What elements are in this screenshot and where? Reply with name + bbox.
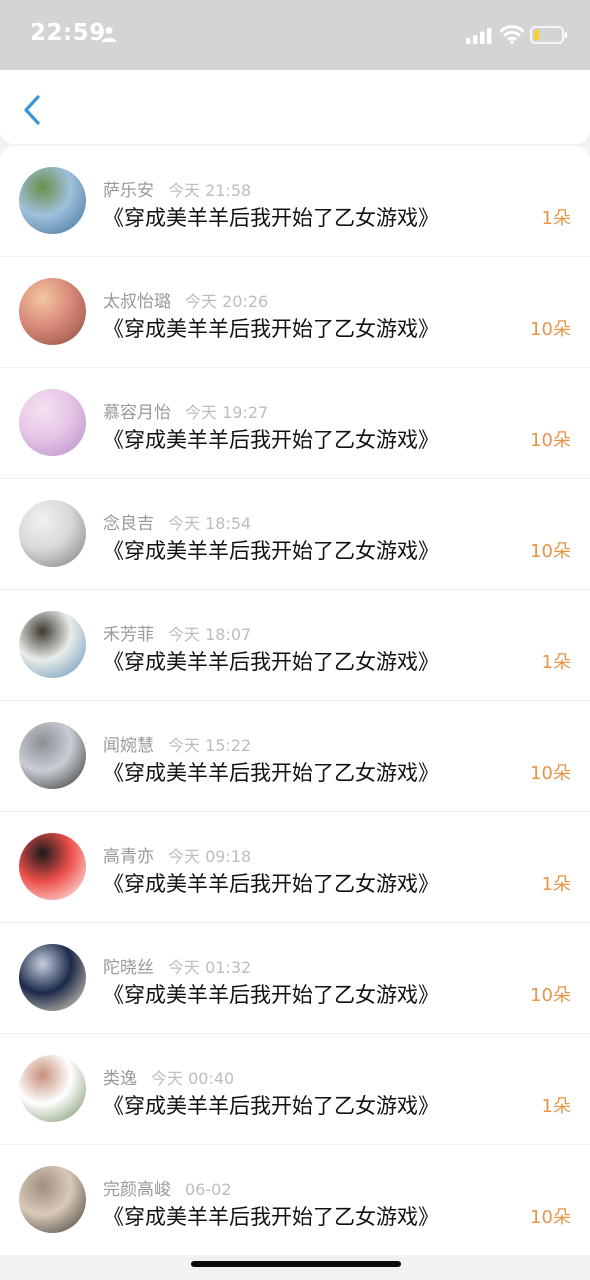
name-line: 禾芳菲 今天 18:07 [103,620,251,645]
flower-count: 1朵 [541,652,571,673]
flower-count: 10朵 [530,319,571,340]
sender-name[interactable]: 陀晓丝 [103,958,154,978]
gift-time: 今天 09:18 [168,847,252,866]
list-item[interactable]: 闻婉慧 今天 15:22 《穿成美羊羊后我开始了乙女游戏》 10朵 [0,701,590,812]
book-title: 《穿成美羊羊后我开始了乙女游戏》 [103,539,439,563]
gift-list: 萨乐安 今天 21:58 《穿成美羊羊后我开始了乙女游戏》 1朵 太叔怡璐 今天 20:2… [0,146,590,1256]
gift-time: 今天 18:54 [168,514,252,533]
gift-time: 今天 15:22 [168,736,252,755]
battery-icon [530,26,567,44]
flower-count: 1朵 [541,208,571,229]
signal-icon [466,28,492,44]
name-line: 念良吉 今天 18:54 [103,509,251,534]
wifi-icon [500,25,524,44]
name-line: 完颜高峻 06-02 [103,1175,232,1200]
name-line: 类逸 今天 00:40 [103,1064,234,1089]
avatar[interactable] [19,833,86,900]
sender-name[interactable]: 类逸 [103,1069,137,1089]
person-icon [102,27,116,42]
avatar[interactable] [19,167,86,234]
flower-count: 10朵 [530,763,571,784]
flower-count: 10朵 [530,1207,571,1228]
list-item[interactable]: 禾芳菲 今天 18:07 《穿成美羊羊后我开始了乙女游戏》 1朵 [0,590,590,701]
gift-time: 今天 00:40 [151,1069,235,1088]
gift-time: 今天 01:32 [168,958,252,977]
list-item[interactable]: 陀晓丝 今天 01:32 《穿成美羊羊后我开始了乙女游戏》 10朵 [0,923,590,1034]
book-title: 《穿成美羊羊后我开始了乙女游戏》 [103,1205,439,1229]
sender-name[interactable]: 萨乐安 [103,181,154,201]
status-bar: 22:59 [0,0,590,70]
sender-name[interactable]: 太叔怡璐 [103,292,171,312]
flower-count: 1朵 [541,1096,571,1117]
back-chevron-icon[interactable] [16,90,50,130]
book-title: 《穿成美羊羊后我开始了乙女游戏》 [103,761,439,785]
name-line: 萨乐安 今天 21:58 [103,176,251,201]
list-item[interactable]: 慕容月怡 今天 19:27 《穿成美羊羊后我开始了乙女游戏》 10朵 [0,368,590,479]
list-item[interactable]: 高青亦 今天 09:18 《穿成美羊羊后我开始了乙女游戏》 1朵 [0,812,590,923]
avatar[interactable] [19,722,86,789]
flower-count: 10朵 [530,541,571,562]
avatar[interactable] [19,389,86,456]
book-title: 《穿成美羊羊后我开始了乙女游戏》 [103,206,439,230]
sender-name[interactable]: 念良吉 [103,514,154,534]
flower-count: 10朵 [530,985,571,1006]
book-title: 《穿成美羊羊后我开始了乙女游戏》 [103,428,439,452]
gift-time: 今天 21:58 [168,181,252,200]
flower-count: 10朵 [530,430,571,451]
list-item[interactable]: 太叔怡璐 今天 20:26 《穿成美羊羊后我开始了乙女游戏》 10朵 [0,257,590,368]
avatar[interactable] [19,1055,86,1122]
sender-name[interactable]: 禾芳菲 [103,625,154,645]
list-item[interactable]: 完颜高峻 06-02 《穿成美羊羊后我开始了乙女游戏》 10朵 [0,1145,590,1256]
name-line: 闻婉慧 今天 15:22 [103,731,251,756]
home-indicator[interactable] [191,1261,401,1267]
name-line: 高青亦 今天 09:18 [103,842,251,867]
name-line: 慕容月怡 今天 19:27 [103,398,268,423]
list-item[interactable]: 念良吉 今天 18:54 《穿成美羊羊后我开始了乙女游戏》 10朵 [0,479,590,590]
nav-bar [0,70,590,144]
avatar[interactable] [19,944,86,1011]
gift-time: 今天 20:26 [185,292,269,311]
sender-name[interactable]: 高青亦 [103,847,154,867]
status-time: 22:59 [30,20,106,46]
name-line: 太叔怡璐 今天 20:26 [103,287,268,312]
name-line: 陀晓丝 今天 01:32 [103,953,251,978]
sender-name[interactable]: 闻婉慧 [103,736,154,756]
book-title: 《穿成美羊羊后我开始了乙女游戏》 [103,872,439,896]
list-item[interactable]: 萨乐安 今天 21:58 《穿成美羊羊后我开始了乙女游戏》 1朵 [0,146,590,257]
sender-name[interactable]: 慕容月怡 [103,403,171,423]
book-title: 《穿成美羊羊后我开始了乙女游戏》 [103,1094,439,1118]
avatar[interactable] [19,278,86,345]
flower-count: 1朵 [541,874,571,895]
list-item[interactable]: 类逸 今天 00:40 《穿成美羊羊后我开始了乙女游戏》 1朵 [0,1034,590,1145]
avatar[interactable] [19,1166,86,1233]
book-title: 《穿成美羊羊后我开始了乙女游戏》 [103,983,439,1007]
gift-time: 今天 18:07 [168,625,252,644]
gift-time: 今天 19:27 [185,403,269,422]
sender-name[interactable]: 完颜高峻 [103,1180,171,1200]
gift-time: 06-02 [185,1180,232,1199]
avatar[interactable] [19,500,86,567]
book-title: 《穿成美羊羊后我开始了乙女游戏》 [103,650,439,674]
book-title: 《穿成美羊羊后我开始了乙女游戏》 [103,317,439,341]
avatar[interactable] [19,611,86,678]
